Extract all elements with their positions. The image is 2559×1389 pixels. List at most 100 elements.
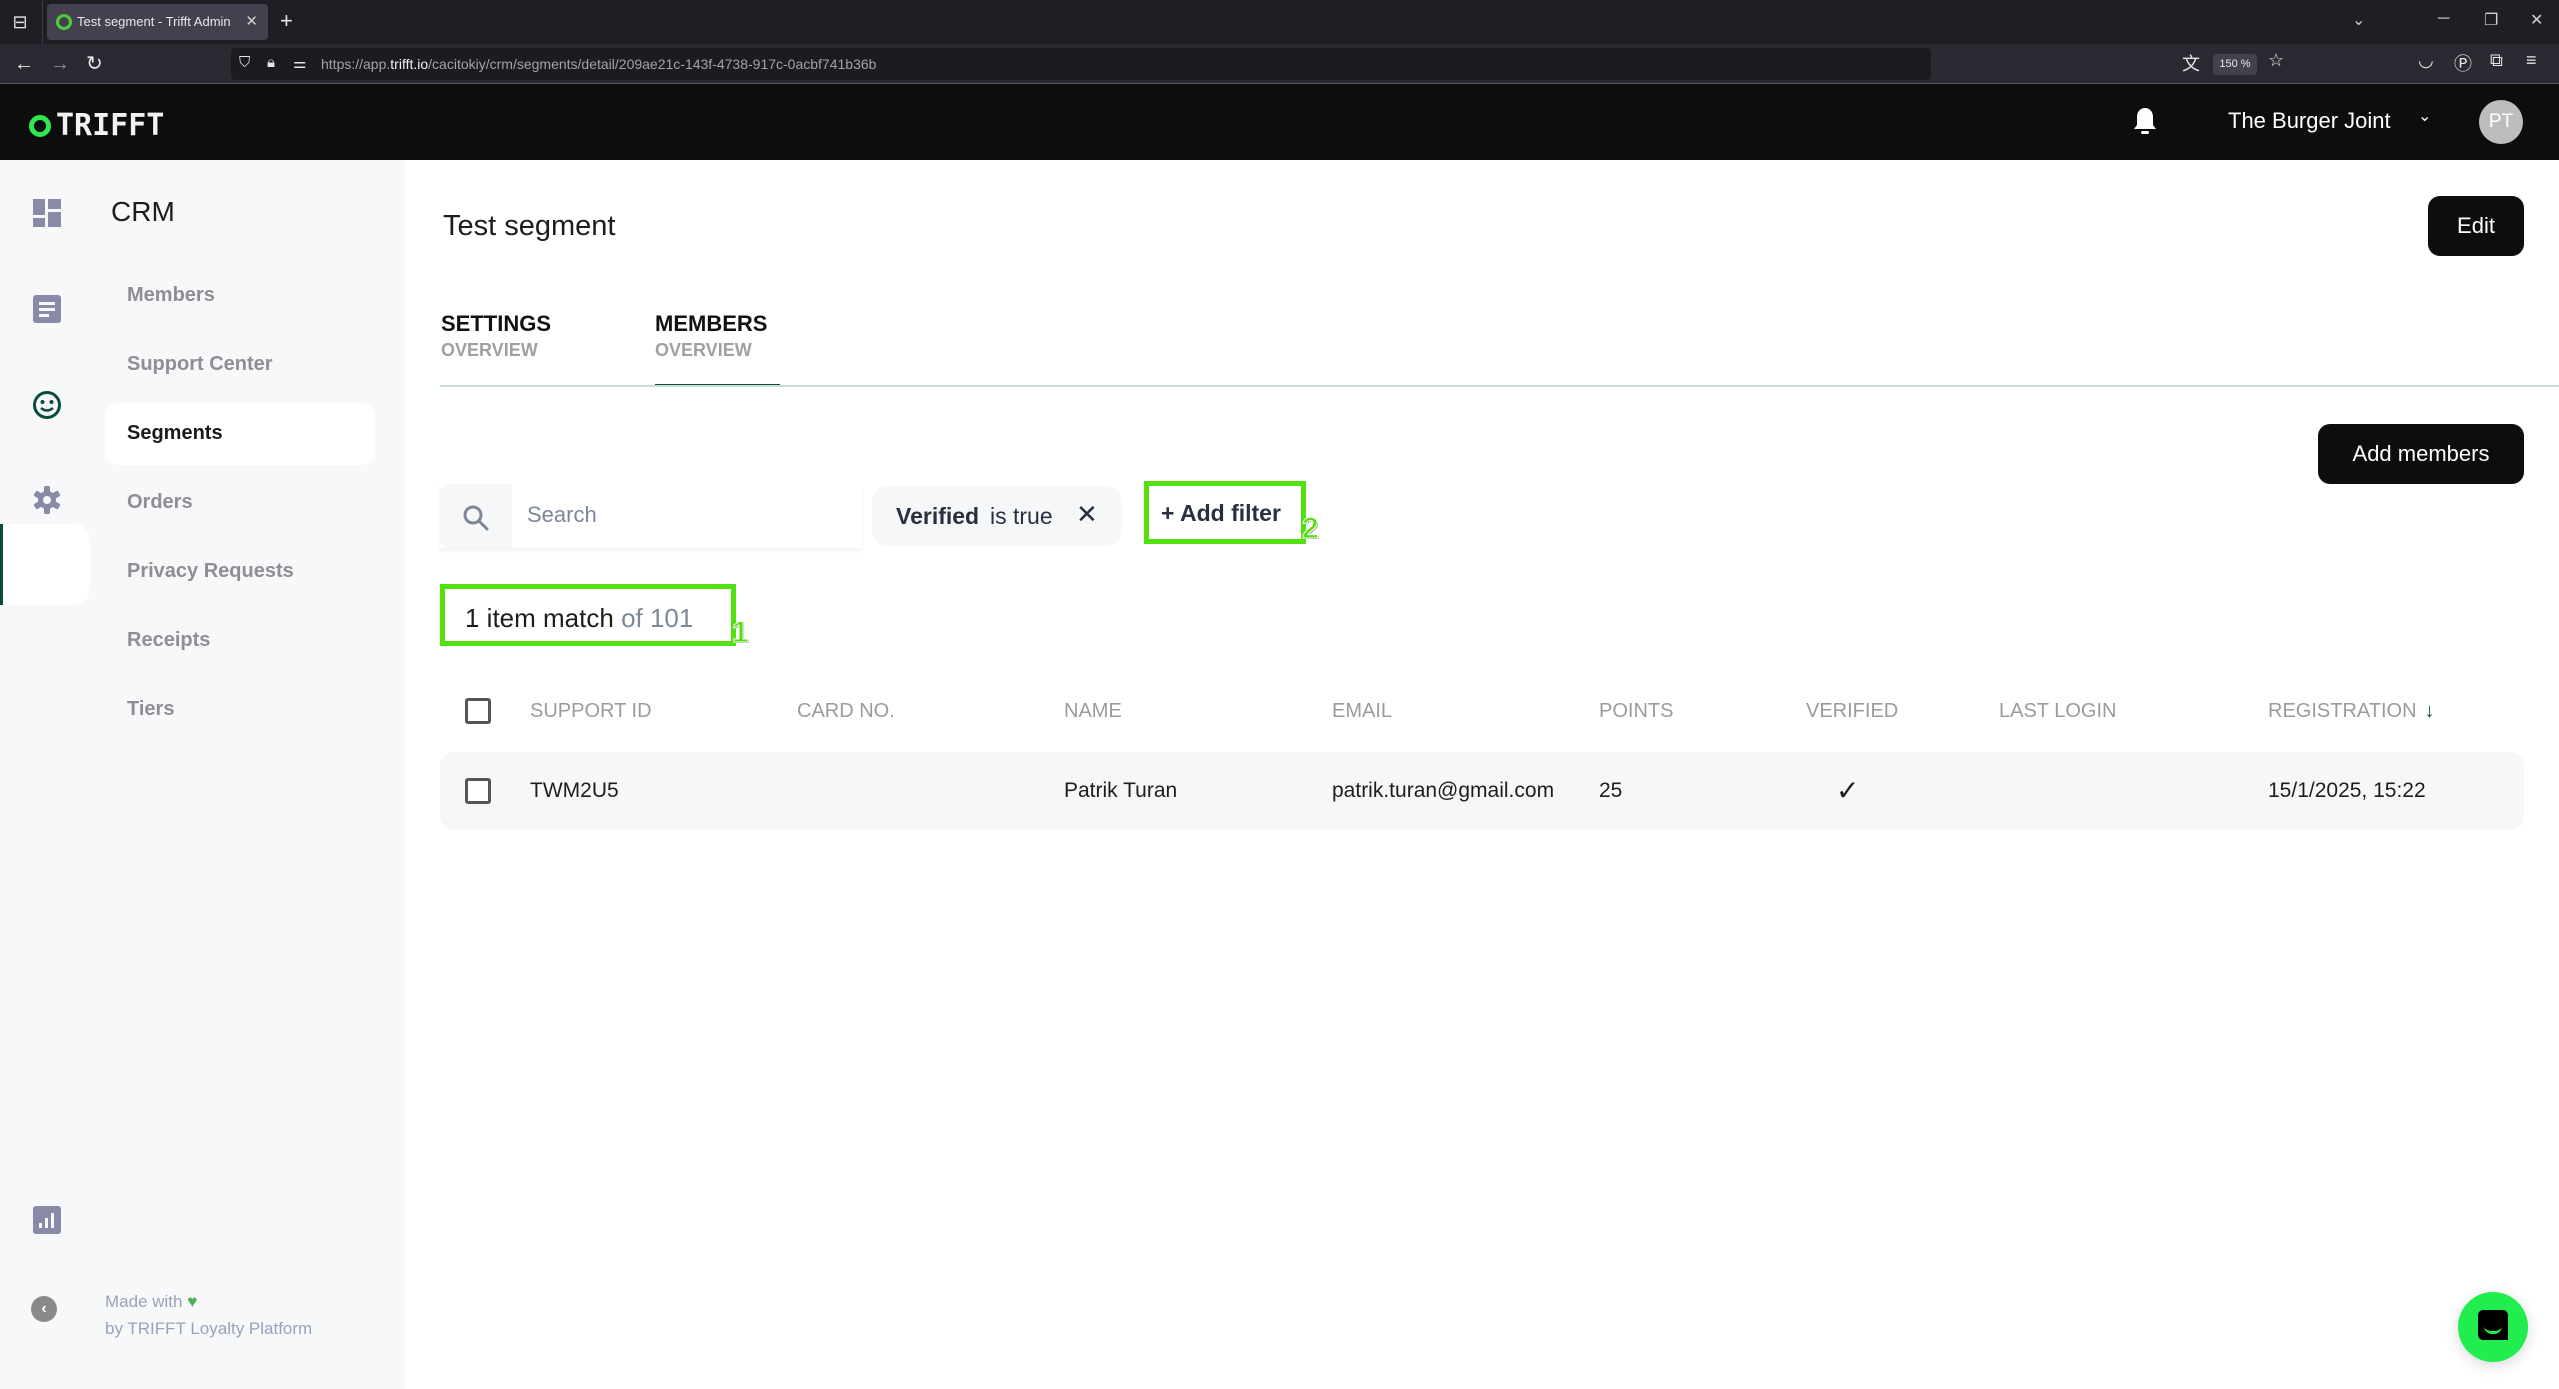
- translate-icon[interactable]: 文: [2182, 50, 2200, 76]
- sidebar-item-label: Members: [127, 284, 215, 306]
- sidebar-item-label: Support Center: [127, 353, 273, 375]
- dashboard-icon[interactable]: [33, 199, 61, 227]
- tab-list-icon[interactable]: ⊟: [8, 10, 32, 34]
- column-header-support-id[interactable]: SUPPORT ID: [530, 700, 652, 723]
- tab-title: MEMBERS: [655, 311, 768, 336]
- table-header: SUPPORT ID CARD NO. NAME EMAIL POINTS VE…: [440, 690, 2524, 734]
- tab-settings-overview[interactable]: SETTINGS OVERVIEW: [441, 311, 551, 361]
- minimize-button[interactable]: ─: [2438, 10, 2449, 28]
- filter-field: Verified: [896, 503, 980, 529]
- lock-icon[interactable]: 🔒︎: [267, 54, 275, 71]
- made-with-footer: Made with ♥ by TRIFFT Loyalty Platform: [105, 1288, 312, 1342]
- column-header-points[interactable]: POINTS: [1599, 700, 1673, 723]
- permissions-icon[interactable]: ⚌: [293, 54, 306, 72]
- column-header-label: REGISTRATION: [2268, 700, 2417, 722]
- content-list-icon[interactable]: [33, 295, 61, 323]
- add-filter-button[interactable]: + Add filter: [1144, 481, 1306, 544]
- match-count-text: 1 item match: [465, 603, 614, 633]
- sidebar-item-label: Tiers: [127, 698, 175, 720]
- sidebar-item-label: Orders: [127, 491, 193, 513]
- crm-smiley-icon[interactable]: [33, 391, 61, 419]
- footer-line-2: by TRIFFT Loyalty Platform: [105, 1319, 313, 1338]
- search-box: [440, 484, 862, 548]
- menu-icon[interactable]: ≡: [2526, 50, 2537, 71]
- row-checkbox[interactable]: [465, 778, 491, 804]
- search-icon: [463, 505, 489, 531]
- close-tab-icon[interactable]: ✕: [245, 12, 258, 30]
- sidebar-item-segments[interactable]: Segments: [105, 403, 375, 465]
- sidebar-item-members[interactable]: Members: [105, 265, 375, 327]
- sidebar-item-support-center[interactable]: Support Center: [105, 334, 375, 396]
- sidebar-item-tiers[interactable]: Tiers: [105, 679, 375, 741]
- bookmark-star-icon[interactable]: ☆: [2268, 50, 2284, 71]
- tab-title: SETTINGS: [441, 311, 552, 336]
- tab-members-overview[interactable]: MEMBERS OVERVIEW: [655, 311, 780, 387]
- search-icon-container: [440, 484, 512, 548]
- sidebar-item-label: Privacy Requests: [127, 560, 294, 582]
- settings-gear-icon[interactable]: [33, 486, 61, 514]
- chevron-down-icon[interactable]: ⌄: [2418, 106, 2431, 126]
- organization-selector[interactable]: The Burger Joint: [2228, 108, 2391, 134]
- address-bar[interactable]: ⛉ 🔒︎ ⚌ https://app.trifft.io/cacitokiy/c…: [231, 48, 1931, 80]
- chat-bubble-icon: [2478, 1310, 2508, 1340]
- verified-check-icon: ✓: [1836, 775, 1860, 806]
- user-avatar[interactable]: PT: [2479, 100, 2523, 144]
- column-header-name[interactable]: NAME: [1064, 700, 1122, 723]
- favicon-icon: [56, 14, 72, 30]
- new-tab-button[interactable]: +: [280, 9, 293, 33]
- match-count-box: 1 item match of 101: [440, 584, 736, 646]
- section-title: CRM: [111, 196, 175, 227]
- sidebar-item-label: Receipts: [127, 629, 211, 651]
- reload-button[interactable]: ↻: [86, 52, 103, 76]
- match-total: of 101: [621, 603, 694, 633]
- divider: [42, 0, 43, 44]
- column-header-card-no[interactable]: CARD NO.: [797, 700, 895, 723]
- extensions-puzzle-icon[interactable]: ⧉: [2490, 50, 2503, 71]
- zoom-level-badge[interactable]: 150 %: [2213, 54, 2257, 75]
- url-text[interactable]: https://app.trifft.io/cacitokiy/crm/segm…: [321, 56, 876, 72]
- app-header: TRIFFT The Burger Joint ⌄ PT: [0, 84, 2559, 160]
- search-input[interactable]: [527, 502, 847, 528]
- browser-tab[interactable]: Test segment - Trifft Admin ✕: [47, 4, 268, 40]
- filter-chip-verified[interactable]: Verified is true ✕: [872, 486, 1122, 546]
- remove-filter-close-icon[interactable]: ✕: [1076, 499, 1098, 530]
- tab-overflow-chevron-icon[interactable]: ⌄: [2352, 10, 2365, 30]
- table-row[interactable]: TWM2U5 Patrik Turan patrik.turan@gmail.c…: [440, 752, 2524, 830]
- column-header-email[interactable]: EMAIL: [1332, 700, 1392, 723]
- select-all-checkbox[interactable]: [465, 698, 491, 724]
- sidebar-item-label: Segments: [127, 422, 223, 444]
- cell-email: patrik.turan@gmail.com: [1332, 779, 1555, 802]
- pocket-icon[interactable]: ◡: [2418, 50, 2434, 71]
- page-title: Test segment: [443, 210, 616, 242]
- heart-icon: ♥: [187, 1292, 198, 1311]
- notification-bell-icon[interactable]: [2133, 106, 2157, 136]
- cell-registration: 15/1/2025, 15:22: [2268, 779, 2426, 802]
- back-button[interactable]: ←: [14, 52, 34, 76]
- sidebar-item-receipts[interactable]: Receipts: [105, 610, 375, 672]
- tabs-divider: [440, 385, 2559, 387]
- tab-title: Test segment - Trifft Admin: [77, 14, 231, 29]
- logo-ring-icon: [29, 114, 51, 137]
- column-header-last-login[interactable]: LAST LOGIN: [1999, 700, 2116, 723]
- extension-p-icon[interactable]: Ⓟ: [2454, 50, 2472, 76]
- collapse-sidebar-chevron-icon[interactable]: ‹: [31, 1296, 57, 1322]
- sort-descending-arrow-icon[interactable]: ↓: [2425, 700, 2435, 722]
- match-count: 1 item match of 101: [465, 603, 693, 634]
- sidebar-item-privacy-requests[interactable]: Privacy Requests: [105, 541, 375, 603]
- cell-points: 25: [1599, 779, 1623, 802]
- restore-button[interactable]: ❐: [2484, 10, 2498, 30]
- forward-button[interactable]: →: [50, 52, 70, 76]
- annotation-marker-2: 2: [1302, 512, 1320, 546]
- close-window-button[interactable]: ✕: [2530, 10, 2543, 30]
- support-chat-button[interactable]: [2458, 1292, 2528, 1362]
- shield-icon[interactable]: ⛉: [239, 54, 250, 71]
- analytics-icon[interactable]: [33, 1206, 61, 1234]
- browser-tab-bar: ⊟ Test segment - Trifft Admin ✕ + ⌄ ─ ❐ …: [0, 0, 2559, 44]
- tab-subtitle: OVERVIEW: [441, 340, 538, 360]
- sidebar-item-orders[interactable]: Orders: [105, 472, 375, 534]
- column-header-verified[interactable]: VERIFIED: [1806, 700, 1898, 723]
- column-header-registration[interactable]: REGISTRATION ↓: [2268, 700, 2435, 723]
- add-members-button[interactable]: Add members: [2318, 424, 2524, 484]
- trifft-logo[interactable]: TRIFFT: [29, 108, 164, 143]
- edit-button[interactable]: Edit: [2428, 196, 2524, 256]
